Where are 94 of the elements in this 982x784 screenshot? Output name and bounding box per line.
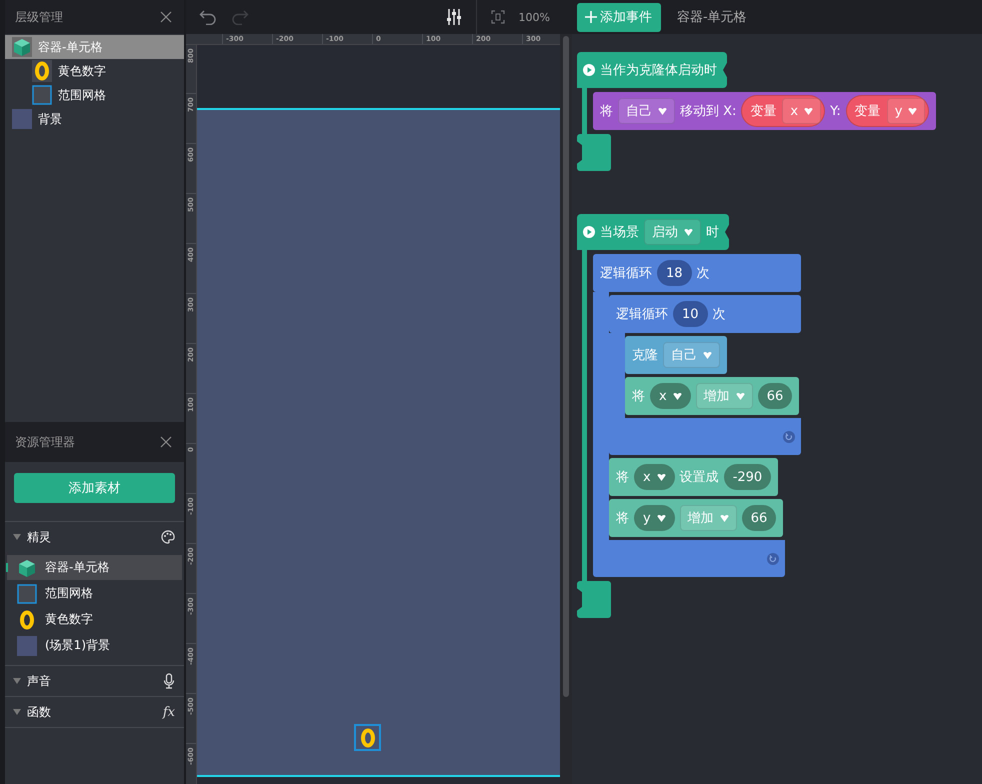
block-label: 当场景 — [600, 224, 639, 241]
code-block[interactable]: 克隆 自己 — [625, 336, 727, 374]
caret-icon[interactable] — [13, 678, 21, 684]
sprite[interactable] — [354, 724, 381, 751]
code-block[interactable]: 将 x 设置成 -290 — [609, 458, 778, 496]
undo-icon[interactable] — [199, 9, 217, 25]
code-block[interactable]: 将 y 增加 66 — [609, 499, 784, 537]
caret-icon — [908, 108, 918, 114]
fit-screen-icon[interactable] — [490, 10, 505, 24]
block-label: 将 — [616, 469, 629, 486]
code-block[interactable]: 将 x 增加 66 — [625, 377, 800, 415]
add-event-button[interactable]: 添加事件 — [577, 2, 661, 32]
caret-icon — [684, 228, 693, 236]
microphone-icon[interactable] — [163, 673, 175, 689]
asset-item[interactable]: (场景1)背景 — [7, 633, 182, 658]
close-icon[interactable] — [160, 436, 172, 448]
dropdown[interactable]: 启动 — [644, 219, 701, 245]
variable-dropdown[interactable]: x — [650, 383, 691, 409]
section-title[interactable]: 函数 — [27, 704, 157, 720]
caret-icon — [656, 514, 666, 522]
section-title[interactable]: 精灵 — [27, 528, 155, 546]
block-label: 当作为克隆体启动时 — [600, 62, 717, 79]
caret-icon — [804, 108, 814, 114]
panel-title: 资源管理器 — [15, 434, 75, 450]
layer-item[interactable]: 背景 — [5, 107, 184, 131]
plus-icon — [585, 11, 597, 23]
block-label: 逻辑循环 — [616, 306, 668, 323]
caret-icon[interactable] — [13, 534, 21, 540]
sprite-tab[interactable]: 容器-单元格 — [677, 8, 747, 26]
script-end-cap — [577, 581, 611, 618]
panel-title: 层级管理 — [15, 8, 63, 26]
loop-block[interactable]: 逻辑循环 10 次 — [609, 295, 801, 333]
block-label: 次 — [712, 306, 726, 323]
number-input[interactable]: -290 — [724, 464, 772, 490]
block-label: 次 — [696, 265, 710, 282]
section-title[interactable]: 声音 — [27, 672, 157, 690]
block-label: 克隆 — [632, 347, 658, 364]
play-icon — [583, 226, 595, 238]
function-icon: fx — [162, 704, 175, 720]
block-label: 时 — [706, 224, 719, 241]
layer-item[interactable]: 黄色数字 — [5, 59, 184, 83]
cube-icon — [12, 37, 32, 57]
zoom-level: 100% — [518, 10, 550, 24]
variable-reporter[interactable]: 变量 x — [741, 95, 826, 127]
frame-icon — [32, 85, 52, 105]
asset-item[interactable]: 范围网格 — [7, 581, 182, 606]
frame-icon — [17, 584, 37, 604]
play-icon — [583, 64, 595, 76]
script-end-cap — [577, 134, 611, 171]
layer-item[interactable]: 范围网格 — [5, 83, 184, 107]
caret-icon — [703, 352, 712, 358]
digit-zero-icon — [32, 60, 52, 82]
add-asset-button[interactable]: 添加素材 — [14, 473, 175, 503]
dropdown[interactable]: 自己 — [663, 342, 720, 368]
block-label: 设置成 — [680, 469, 719, 486]
event-block[interactable]: 当作为克隆体启动时 — [577, 52, 727, 88]
caret-icon — [720, 514, 729, 522]
caret-icon — [658, 108, 667, 114]
close-icon[interactable] — [160, 11, 172, 23]
loop-block[interactable]: 逻辑循环 18 次 — [593, 254, 801, 292]
number-input[interactable]: 66 — [742, 505, 776, 531]
asset-item[interactable]: 黄色数字 — [7, 607, 182, 632]
block-label: 移动到 X: — [680, 103, 736, 120]
scrollbar[interactable] — [563, 36, 569, 697]
number-input[interactable]: 18 — [657, 260, 692, 286]
dropdown[interactable]: x — [782, 98, 822, 124]
swatch-icon — [17, 636, 37, 656]
block-label: 将 — [616, 510, 629, 527]
palette-icon[interactable] — [161, 530, 175, 544]
caret-icon — [656, 474, 666, 480]
block-label: Y: — [830, 104, 841, 118]
caret-icon[interactable] — [13, 709, 21, 715]
caret-icon — [672, 392, 682, 400]
caret-icon — [736, 392, 745, 400]
block-label: 逻辑循环 — [600, 265, 652, 282]
dropdown[interactable]: y — [886, 98, 926, 124]
event-block[interactable]: 当场景 启动 时 — [577, 214, 729, 250]
swatch-icon — [12, 109, 32, 129]
sliders-icon[interactable] — [446, 8, 462, 26]
block-label: 将 — [632, 388, 645, 405]
block-label: 将 — [600, 103, 613, 120]
number-input[interactable]: 10 — [673, 301, 708, 327]
variable-dropdown[interactable]: x — [634, 464, 675, 490]
number-input[interactable]: 66 — [758, 383, 792, 409]
block-label: 变量 — [750, 103, 776, 120]
cube-icon — [17, 558, 37, 578]
digit-zero-icon — [17, 608, 37, 630]
variable-dropdown[interactable]: y — [634, 505, 675, 531]
code-block[interactable]: 将 自己 移动到 X: 变量 x Y: 变量 y — [593, 92, 936, 130]
layer-item[interactable]: 容器-单元格 — [5, 35, 184, 59]
variable-reporter[interactable]: 变量 y — [846, 95, 930, 127]
block-label: 变量 — [854, 103, 881, 120]
dropdown[interactable]: 自己 — [618, 98, 675, 124]
asset-item[interactable]: 容器-单元格 — [7, 555, 182, 580]
